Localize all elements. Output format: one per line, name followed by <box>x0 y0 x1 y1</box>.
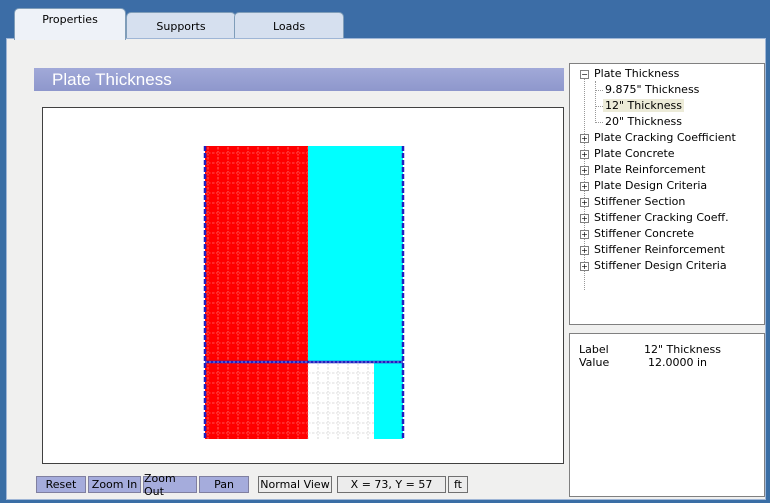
tab-properties[interactable]: Properties <box>14 8 126 40</box>
zoom-in-button[interactable]: Zoom In <box>88 476 141 493</box>
units-status: ft <box>448 476 468 493</box>
tree-child-label: 20" Thickness <box>605 115 682 128</box>
tree-item-label: Stiffener Cracking Coeff. <box>594 211 729 224</box>
tree-item-label: Stiffener Section <box>594 195 686 208</box>
detail-value-value: 12.0000 in <box>648 356 708 369</box>
section-title: Plate Thickness <box>52 70 172 89</box>
tree-item-label: Stiffener Reinforcement <box>594 243 725 256</box>
tree-child-label: 9.875" Thickness <box>605 83 700 96</box>
coordinates-label: X = 73, Y = 57 <box>350 478 433 491</box>
tree-item-label: Plate Reinforcement <box>594 163 706 176</box>
view-mode-label: Normal View <box>260 478 330 491</box>
reset-label: Reset <box>45 478 77 491</box>
property-tree[interactable]: − Plate Thickness 9.875" Thickness 12" T… <box>569 63 765 325</box>
detail-label-key: Label <box>579 343 609 356</box>
tree-item-label: Plate Thickness <box>594 67 680 80</box>
expand-icon[interactable]: + <box>580 150 589 159</box>
reset-button[interactable]: Reset <box>36 476 86 493</box>
tab-supports[interactable]: Supports <box>126 12 236 39</box>
tree-item-label: Plate Concrete <box>594 147 675 160</box>
units-label: ft <box>454 478 462 491</box>
zone-cyan-upper <box>308 146 403 362</box>
zoom-out-label: Zoom Out <box>144 471 176 498</box>
view-mode-status: Normal View <box>258 476 332 493</box>
expand-icon[interactable]: + <box>580 134 589 143</box>
tree-item-label: Plate Design Criteria <box>594 179 708 192</box>
pan-label: Pan <box>214 478 234 491</box>
tree-item-plate-thickness[interactable]: − Plate Thickness <box>570 67 760 83</box>
expand-icon[interactable]: + <box>580 166 589 175</box>
expand-icon[interactable]: + <box>580 246 589 255</box>
detail-label-value: 12" Thickness <box>644 343 721 356</box>
tab-properties-label: Properties <box>42 13 98 26</box>
zone-cyan-lower <box>374 362 403 439</box>
expand-icon[interactable]: + <box>580 198 589 207</box>
zoom-in-label: Zoom In <box>91 478 138 491</box>
tree-item-label: Stiffener Concrete <box>594 227 695 240</box>
tree-child-label: 12" Thickness <box>603 99 684 112</box>
collapse-icon[interactable]: − <box>580 70 589 79</box>
coordinates-status: X = 73, Y = 57 <box>337 476 446 493</box>
property-details: Label 12" Thickness Value 12.0000 in <box>569 333 765 497</box>
tree-item-label: Stiffener Design Criteria <box>594 259 727 272</box>
tab-loads[interactable]: Loads <box>234 12 344 39</box>
expand-icon[interactable]: + <box>580 214 589 223</box>
expand-icon[interactable]: + <box>580 262 589 271</box>
plate-canvas[interactable] <box>42 107 564 464</box>
detail-value-key: Value <box>579 356 610 369</box>
expand-icon[interactable]: + <box>580 230 589 239</box>
tab-loads-label: Loads <box>272 19 306 33</box>
pan-button[interactable]: Pan <box>199 476 249 493</box>
zoom-out-button[interactable]: Zoom Out <box>143 472 197 498</box>
tab-supports-label: Supports <box>156 19 206 33</box>
plate-drawing[interactable] <box>43 108 563 463</box>
expand-icon[interactable]: + <box>580 182 589 191</box>
tree-item-label: Plate Cracking Coefficient <box>594 131 736 144</box>
